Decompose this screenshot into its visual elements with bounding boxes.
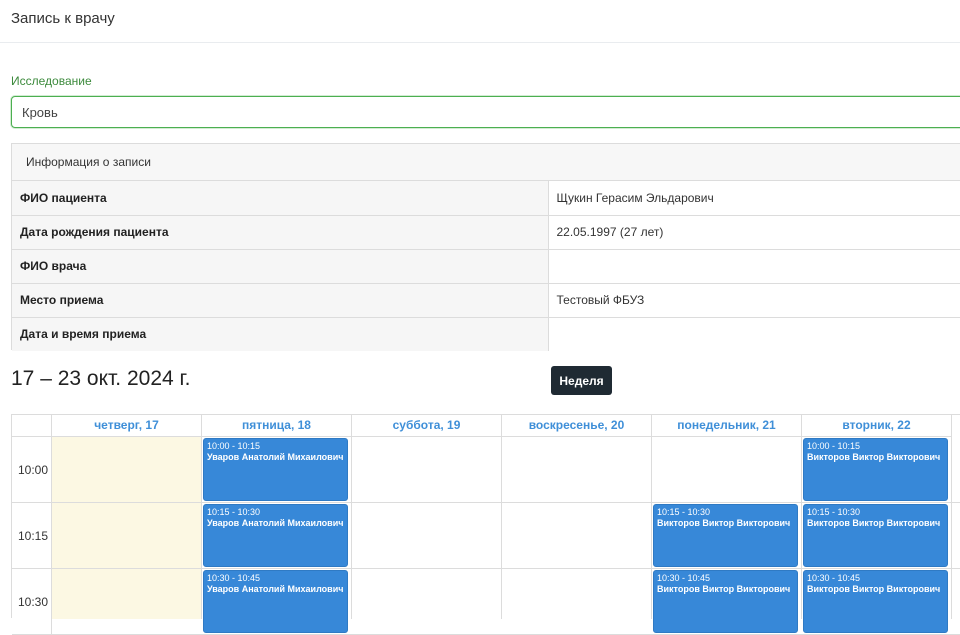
day-header[interactable]: понедельник, 21 [652, 415, 802, 437]
calendar-event[interactable]: 10:00 - 10:15 Викторов Виктор Викторович [803, 438, 948, 501]
info-key: Место приема [12, 283, 549, 318]
event-time: 10:00 - 10:15 [207, 441, 261, 451]
event-doctor-name: Уваров Анатолий Михаилович [207, 518, 344, 528]
table-row: Дата рождения пациента 22.05.1997 (27 ле… [12, 215, 960, 250]
study-input[interactable] [11, 96, 960, 128]
study-label: Исследование [11, 74, 92, 88]
event-time: 10:15 - 10:30 [207, 507, 261, 517]
table-row: Место приема Тестовый ФБУЗ [12, 283, 960, 318]
info-key: Дата рождения пациента [12, 215, 549, 250]
day-header[interactable]: четверг, 17 [52, 415, 202, 437]
info-key: ФИО пациента [12, 181, 549, 216]
calendar-corner [12, 415, 52, 437]
info-value [548, 249, 960, 284]
table-row: ФИО пациента Щукин Герасим Эльдарович [12, 181, 960, 216]
table-row: ФИО врача [12, 249, 960, 284]
title-divider [0, 42, 960, 43]
day-header[interactable]: пятница, 18 [202, 415, 352, 437]
appointment-info-header: Информация о записи [12, 144, 960, 181]
day-header[interactable]: суббота, 19 [352, 415, 502, 437]
event-doctor-name: Викторов Виктор Викторович [807, 584, 941, 594]
calendar-event[interactable]: 10:00 - 10:15 Уваров Анатолий Михаилович [203, 438, 348, 501]
event-doctor-name: Викторов Виктор Викторович [657, 518, 791, 528]
appointment-info-table: ФИО пациента Щукин Герасим Эльдарович Да… [12, 181, 960, 351]
calendar-event[interactable]: 10:15 - 10:30 Викторов Виктор Викторович [653, 504, 798, 567]
day-column[interactable] [52, 437, 202, 619]
event-time: 10:15 - 10:30 [807, 507, 861, 517]
event-doctor-name: Уваров Анатолий Михаилович [207, 584, 344, 594]
info-value [548, 317, 960, 351]
calendar-event[interactable]: 10:30 - 10:45 Уваров Анатолий Михаилович [203, 570, 348, 633]
event-doctor-name: Викторов Виктор Викторович [657, 584, 791, 594]
slot-divider [52, 502, 960, 503]
calendar-event[interactable]: 10:15 - 10:30 Викторов Виктор Викторович [803, 504, 948, 567]
event-time: 10:00 - 10:15 [807, 441, 861, 451]
event-doctor-name: Викторов Виктор Викторович [807, 518, 941, 528]
calendar-range-title: 17 – 23 окт. 2024 г. [11, 367, 191, 390]
info-value: Тестовый ФБУЗ [548, 283, 960, 318]
calendar-event[interactable]: 10:15 - 10:30 Уваров Анатолий Михаилович [203, 504, 348, 567]
day-header[interactable]: воскресенье, 20 [502, 415, 652, 437]
slot-divider [52, 568, 960, 569]
week-view-button[interactable]: Неделя [551, 366, 612, 395]
event-time: 10:30 - 10:45 [207, 573, 261, 583]
table-row: Дата и время приема [12, 317, 960, 351]
info-key: ФИО врача [12, 249, 549, 284]
day-column[interactable] [352, 437, 502, 619]
info-key: Дата и время приема [12, 317, 549, 351]
event-doctor-name: Уваров Анатолий Михаилович [207, 452, 344, 462]
calendar-event[interactable]: 10:30 - 10:45 Викторов Виктор Викторович [653, 570, 798, 633]
time-slot-label: 10:30 [12, 569, 52, 635]
event-time: 10:30 - 10:45 [807, 573, 861, 583]
day-column[interactable] [502, 437, 652, 619]
time-slot-label: 10:00 [12, 437, 52, 503]
page-title: Запись к врачу [11, 10, 115, 27]
event-time: 10:30 - 10:45 [657, 573, 711, 583]
info-value: Щукин Герасим Эльдарович [548, 181, 960, 216]
event-time: 10:15 - 10:30 [657, 507, 711, 517]
time-slot-label: 10:15 [12, 503, 52, 569]
day-header[interactable]: вторник, 22 [802, 415, 952, 437]
calendar-event[interactable]: 10:30 - 10:45 Викторов Виктор Викторович [803, 570, 948, 633]
appointment-info-card: Информация о записи ФИО пациента Щукин Г… [11, 143, 960, 351]
calendar-grid: четверг, 17 пятница, 18 суббота, 19 воскрес… [11, 414, 960, 635]
info-value: 22.05.1997 (27 лет) [548, 215, 960, 250]
event-doctor-name: Викторов Виктор Викторович [807, 452, 941, 462]
